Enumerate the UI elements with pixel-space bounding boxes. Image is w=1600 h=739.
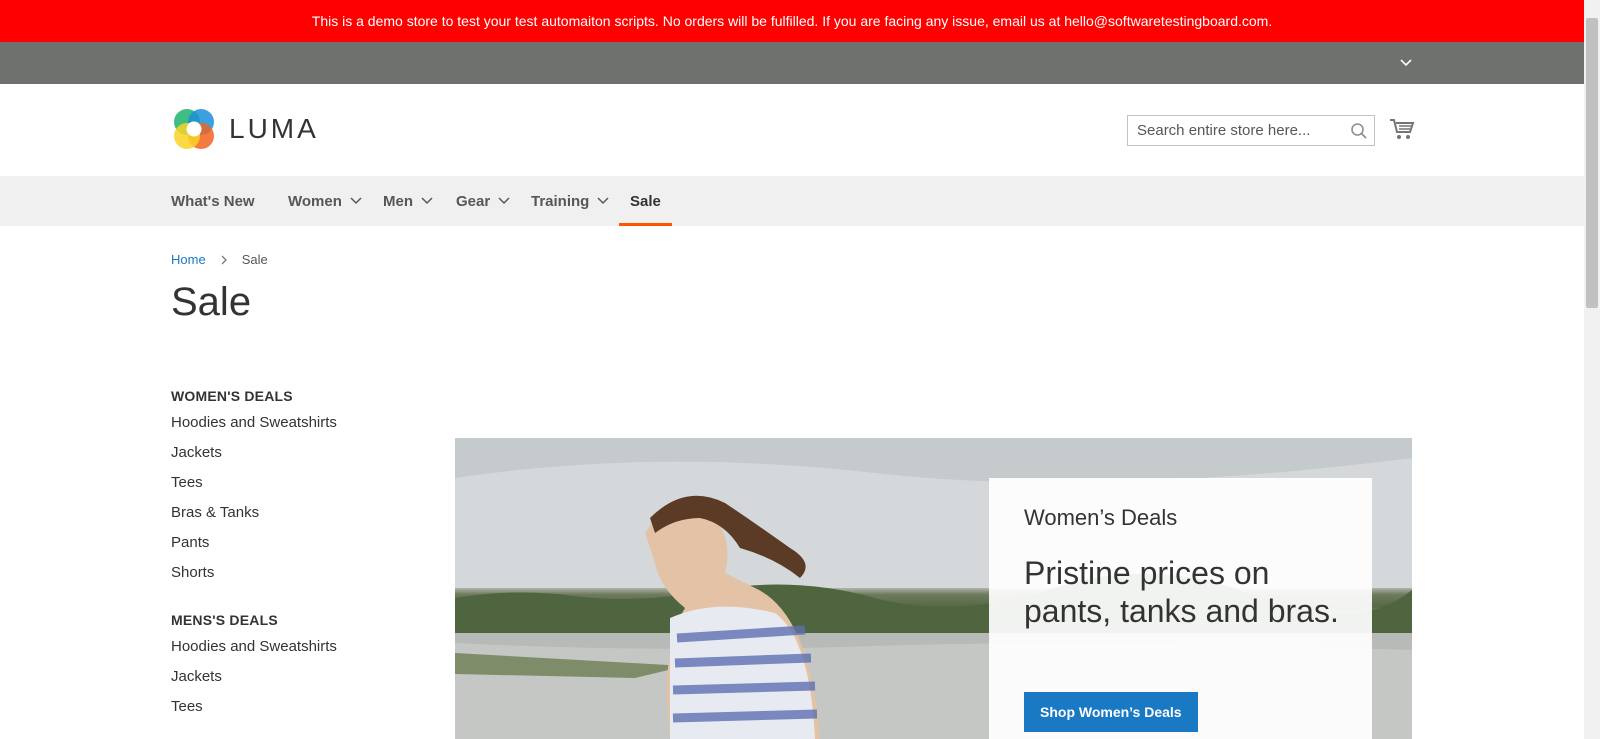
nav-item-men[interactable]: Men xyxy=(383,176,433,226)
sidebar-link-womens-bras-tanks[interactable]: Bras & Tanks xyxy=(171,504,421,522)
scrollbar-thumb[interactable] xyxy=(1586,18,1598,308)
promo-eyebrow: Women’s Deals xyxy=(1024,505,1178,530)
nav-item-label: Women xyxy=(288,192,342,210)
nav-item-whats-new[interactable]: What's New xyxy=(171,176,255,226)
search-icon[interactable] xyxy=(1350,122,1368,140)
nav-item-label: Men xyxy=(383,192,413,210)
nav-item-women[interactable]: Women xyxy=(288,176,362,226)
womens-deals-list: Hoodies and Sweatshirts Jackets Tees Bra… xyxy=(171,414,421,582)
promo-headline: Pristine prices on pants, tanks and bras… xyxy=(1024,555,1339,629)
breadcrumb-home-link[interactable]: Home xyxy=(171,252,206,267)
sidebar-link-mens-tees[interactable]: Tees xyxy=(171,698,421,716)
cart-icon[interactable] xyxy=(1389,117,1415,141)
sidebar-link-womens-hoodies[interactable]: Hoodies and Sweatshirts xyxy=(171,414,421,432)
demo-notice: This is a demo store to test your test a… xyxy=(0,0,1584,42)
scrollbar[interactable] xyxy=(1584,0,1600,739)
promo-card: Women’s Deals Pristine prices on pants, … xyxy=(989,478,1372,739)
main-nav: What's New Women Men Gear Training Sale xyxy=(0,176,1584,226)
header: LUMA xyxy=(0,84,1584,176)
nav-item-label: Training xyxy=(531,192,590,210)
demo-notice-text: This is a demo store to test your test a… xyxy=(311,13,1273,29)
panel-header xyxy=(0,42,1584,84)
chevron-down-icon xyxy=(350,197,362,205)
sidebar-link-womens-jackets[interactable]: Jackets xyxy=(171,444,421,462)
nav-item-sale[interactable]: Sale xyxy=(619,176,672,226)
chevron-down-icon xyxy=(597,197,609,205)
page: This is a demo store to test your test a… xyxy=(0,0,1584,739)
womens-deals-banner[interactable]: Women’s Deals Pristine prices on pants, … xyxy=(455,438,1412,739)
chevron-down-icon[interactable] xyxy=(1398,54,1414,70)
sidebar-link-womens-pants[interactable]: Pants xyxy=(171,534,421,552)
sidebar-link-mens-hoodies[interactable]: Hoodies and Sweatshirts xyxy=(171,638,421,656)
chevron-down-icon xyxy=(421,197,433,205)
breadcrumb: Home Sale xyxy=(171,252,268,267)
breadcrumb-current: Sale xyxy=(241,252,268,267)
nav-item-label: Sale xyxy=(630,192,661,210)
nav-item-label: Gear xyxy=(456,192,491,210)
chevron-down-icon xyxy=(498,197,510,205)
sidebar-link-mens-jackets[interactable]: Jackets xyxy=(171,668,421,686)
mens-deals-list: Hoodies and Sweatshirts Jackets Tees xyxy=(171,638,421,716)
logo-link[interactable]: LUMA xyxy=(171,106,319,152)
sidebar-heading-mens-deals: MENS'S DEALS xyxy=(171,612,278,628)
page-title: Sale xyxy=(171,280,252,324)
chevron-right-icon xyxy=(221,255,227,264)
nav-item-label: What's New xyxy=(171,192,255,210)
sidebar-link-womens-shorts[interactable]: Shorts xyxy=(171,564,421,582)
search-input[interactable] xyxy=(1128,116,1347,145)
shop-womens-deals-button[interactable]: Shop Women’s Deals xyxy=(1024,692,1198,732)
logo-text: LUMA xyxy=(229,113,319,144)
sidebar-link-womens-tees[interactable]: Tees xyxy=(171,474,421,492)
sidebar-heading-womens-deals: WOMEN'S DEALS xyxy=(171,388,293,404)
luma-logo-icon xyxy=(174,109,214,149)
nav-item-training[interactable]: Training xyxy=(531,176,609,226)
sidebar: WOMEN'S DEALS Hoodies and Sweatshirts Ja… xyxy=(171,388,421,739)
nav-item-gear[interactable]: Gear xyxy=(456,176,510,226)
search-box xyxy=(1127,115,1375,146)
